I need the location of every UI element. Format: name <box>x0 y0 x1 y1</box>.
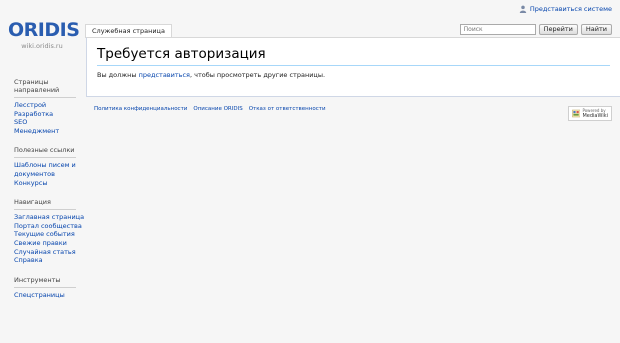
personal-tools: Представиться системе <box>519 5 612 13</box>
sidebar-item-main-page[interactable]: Заглавная страница <box>14 213 84 221</box>
sidebar-item-lesstroy[interactable]: Лесстрой <box>14 101 46 109</box>
sidebar: Страницы направлений Лесстрой Разработка… <box>0 78 86 310</box>
portal-heading: Инструменты <box>14 276 76 288</box>
sidebar-item-random-page[interactable]: Случайная статья <box>14 248 76 256</box>
powered-line2: MediaWiki <box>582 112 608 119</box>
sidebar-item-seo[interactable]: SEO <box>14 118 27 126</box>
body-text-after: , чтобы просмотреть другие страницы. <box>189 71 326 79</box>
content-area: Требуется авторизация Вы должны представ… <box>86 37 620 97</box>
logo-brand: ORIDIS <box>8 19 80 41</box>
search-form: Перейти Найти <box>459 24 612 35</box>
footer-about-link[interactable]: Описание ORIDIS <box>193 106 242 112</box>
site-logo[interactable]: ORIDIS wiki.oridis.ru <box>8 19 80 50</box>
footer-privacy-link[interactable]: Политика конфиденциальности <box>94 106 187 112</box>
sidebar-item-contests[interactable]: Конкурсы <box>14 179 47 187</box>
sidebar-item-help[interactable]: Справка <box>14 256 43 264</box>
portal-heading: Навигация <box>14 198 76 211</box>
search-input[interactable] <box>459 24 536 35</box>
portal-useful-links: Полезные ссылки Шаблоны писем и документ… <box>0 146 86 187</box>
mediawiki-icon <box>572 109 581 118</box>
page-title: Требуется авторизация <box>97 46 610 66</box>
sidebar-item-recent-changes[interactable]: Свежие правки <box>14 239 67 247</box>
powered-text: Powered by MediaWiki <box>582 108 608 119</box>
sidebar-item-management[interactable]: Менеджмент <box>14 127 59 135</box>
body-text-before: Вы должны <box>97 71 139 79</box>
sidebar-item-templates[interactable]: Шаблоны писем и документов <box>14 161 76 178</box>
portal-directions: Страницы направлений Лесстрой Разработка… <box>0 78 86 135</box>
tab-label: Служебная страница <box>92 27 165 35</box>
sidebar-item-current-events[interactable]: Текущие события <box>14 230 75 238</box>
go-button[interactable]: Перейти <box>538 24 578 35</box>
footer-links: Политика конфиденциальности Описание ORI… <box>94 106 326 112</box>
search-button[interactable]: Найти <box>580 24 612 35</box>
sidebar-item-community-portal[interactable]: Портал сообщества <box>14 222 82 230</box>
tab-special-page[interactable]: Служебная страница <box>85 24 172 38</box>
portal-heading: Страницы направлений <box>14 78 76 98</box>
logo-subtitle: wiki.oridis.ru <box>21 42 63 50</box>
login-link[interactable]: Представиться системе <box>530 5 612 13</box>
login-inline-link[interactable]: представиться <box>139 71 190 79</box>
user-icon <box>519 5 527 13</box>
sidebar-item-special-pages[interactable]: Спецстраницы <box>14 291 65 299</box>
portal-tools: Инструменты Спецстраницы <box>0 276 86 300</box>
portal-heading: Полезные ссылки <box>14 146 76 159</box>
powered-by-mediawiki-badge[interactable]: Powered by MediaWiki <box>568 106 612 121</box>
sidebar-item-development[interactable]: Разработка <box>14 110 53 118</box>
footer-disclaimer-link[interactable]: Отказ от ответственности <box>249 106 326 112</box>
body-text: Вы должны представиться, чтобы просмотре… <box>97 71 325 79</box>
portal-navigation: Навигация Заглавная страница Портал сооб… <box>0 198 86 265</box>
